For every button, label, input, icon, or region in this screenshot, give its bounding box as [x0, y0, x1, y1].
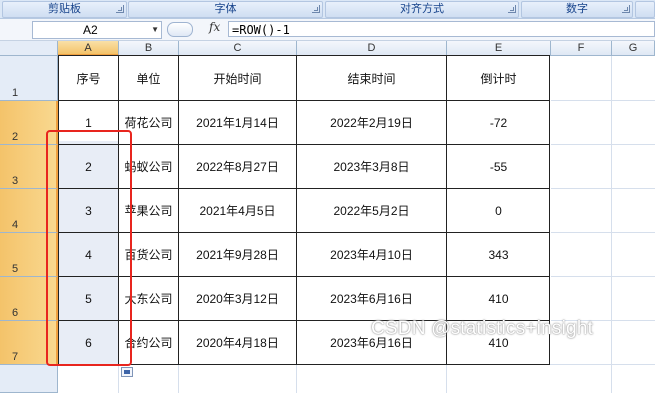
ribbon-group-number[interactable]: 数字: [521, 1, 633, 18]
gridline: [551, 188, 655, 189]
column-header-d[interactable]: D: [297, 41, 447, 56]
cell-end-date[interactable]: 2023年3月8日: [297, 145, 446, 188]
cell-start-date[interactable]: 2022年8月27日: [179, 145, 296, 188]
dialog-launcher-icon[interactable]: [622, 5, 630, 13]
column-header-g[interactable]: G: [612, 41, 655, 56]
dialog-launcher-icon[interactable]: [312, 5, 320, 13]
ribbon-group-alignment[interactable]: 对齐方式: [325, 1, 519, 18]
header-cell-countdown[interactable]: 倒计时: [447, 56, 550, 100]
cell-start-date[interactable]: 2021年1月14日: [179, 101, 296, 144]
cell-start-date[interactable]: 2021年4月5日: [179, 189, 296, 232]
cell-countdown[interactable]: -55: [447, 145, 550, 188]
auto-fill-options-icon[interactable]: [121, 367, 133, 377]
cell-countdown[interactable]: 410: [447, 277, 550, 320]
gridline: [551, 144, 655, 145]
header-cell-unit[interactable]: 单位: [119, 56, 178, 100]
ribbon-group-font-label: 字体: [214, 3, 237, 15]
row-number: 7: [12, 351, 19, 363]
formula-buttons: fx: [165, 20, 225, 37]
gridline: [296, 365, 297, 393]
insert-function-icon[interactable]: fx: [209, 20, 220, 34]
row-number: 5: [12, 263, 19, 275]
ribbon-group-number-label: 数字: [566, 3, 588, 15]
cell-countdown[interactable]: 343: [447, 233, 550, 276]
cell-end-date[interactable]: 2023年4月10日: [297, 233, 446, 276]
cell-end-date[interactable]: 2022年5月2日: [297, 189, 446, 232]
ribbon-group-partial[interactable]: [635, 1, 655, 18]
cell-end-date[interactable]: 2022年2月19日: [297, 101, 446, 144]
gridline: [446, 365, 447, 393]
header-cell-start[interactable]: 开始时间: [179, 56, 296, 100]
ribbon-group-alignment-label: 对齐方式: [400, 3, 444, 15]
column-header-c[interactable]: C: [179, 41, 297, 56]
row-number: 3: [12, 175, 19, 187]
cell-countdown[interactable]: 0: [447, 189, 550, 232]
dialog-launcher-icon[interactable]: [116, 5, 124, 13]
row-number: 6: [12, 307, 19, 319]
gridline: [551, 276, 655, 277]
row-header-8[interactable]: [0, 365, 58, 393]
formula-bar: A2 ▼ fx =ROW()-1: [0, 19, 655, 41]
select-all-corner[interactable]: [0, 41, 58, 56]
ribbon-group-clipboard-label: 剪贴板: [48, 3, 81, 15]
gridline: [551, 232, 655, 233]
row-number: 2: [12, 131, 19, 143]
worksheet-grid[interactable]: A B C D E F G 1 2 3 4 5 6 7 序号 单位 开始时间 结…: [0, 41, 655, 393]
cell-end-date[interactable]: 2023年6月16日: [297, 277, 446, 320]
watermark: CSDN @statistics+insight: [371, 318, 594, 339]
row-number: 1: [12, 87, 19, 99]
header-cell-end[interactable]: 结束时间: [297, 56, 446, 100]
dialog-launcher-icon[interactable]: [508, 5, 516, 13]
ribbon-group-font[interactable]: 字体: [128, 1, 323, 18]
name-box[interactable]: A2 ▼: [32, 21, 162, 39]
row-header-1[interactable]: 1: [0, 56, 58, 101]
ribbon-group-bar: 剪贴板 字体 对齐方式 数字: [0, 0, 655, 19]
column-header-f[interactable]: F: [551, 41, 612, 56]
cell-start-date[interactable]: 2020年3月12日: [179, 277, 296, 320]
header-cell-seq[interactable]: 序号: [59, 56, 118, 100]
highlight-box: [46, 130, 132, 366]
gridline: [178, 365, 179, 393]
cell-countdown[interactable]: -72: [447, 101, 550, 144]
gridline: [611, 56, 612, 393]
formula-cancel-button[interactable]: [167, 22, 193, 37]
column-header-a[interactable]: A: [58, 41, 119, 56]
cell-start-date[interactable]: 2020年4月18日: [179, 321, 296, 364]
ribbon-group-clipboard[interactable]: 剪贴板: [2, 1, 127, 18]
chevron-down-icon[interactable]: ▼: [151, 22, 159, 38]
row-number: 4: [12, 219, 19, 231]
column-header-e[interactable]: E: [447, 41, 551, 56]
gridline: [551, 100, 655, 101]
name-box-value: A2: [83, 23, 98, 37]
column-header-b[interactable]: B: [119, 41, 179, 56]
formula-input[interactable]: =ROW()-1: [228, 21, 655, 37]
cell-start-date[interactable]: 2021年9月28日: [179, 233, 296, 276]
gridline: [118, 365, 119, 393]
